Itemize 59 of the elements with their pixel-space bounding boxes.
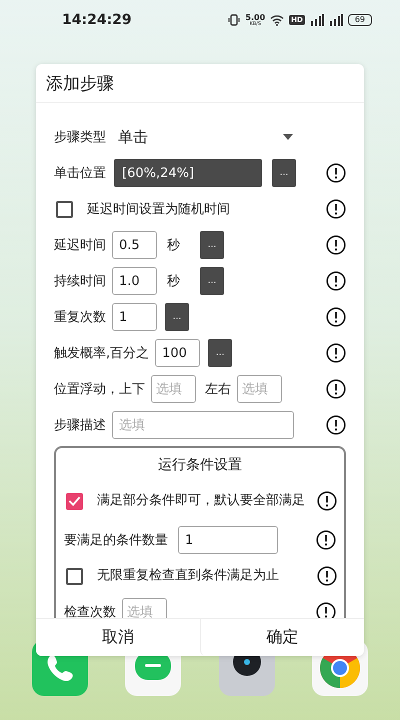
info-icon[interactable] <box>317 491 337 511</box>
field-label: 延迟时间 <box>54 237 106 254</box>
info-icon[interactable] <box>326 271 346 291</box>
position-field[interactable]: [60%,24%] <box>114 159 262 187</box>
more-button[interactable]: ... <box>272 159 296 187</box>
info-icon[interactable] <box>326 307 346 327</box>
description-field[interactable]: 选填 <box>112 411 294 439</box>
number-field[interactable]: 1 <box>178 526 278 554</box>
confirm-button[interactable]: 确定 <box>200 619 364 656</box>
field-label: 重复次数 <box>54 309 106 326</box>
input-field[interactable]: 选填 <box>151 375 196 403</box>
field-label: 步骤描述 <box>54 417 106 434</box>
caret-icon <box>283 134 293 140</box>
checkbox[interactable] <box>56 200 73 218</box>
vibrate-icon <box>228 14 240 26</box>
number-field[interactable]: 1.0 <box>112 267 157 295</box>
number-field[interactable]: 1 <box>112 303 157 331</box>
info-icon[interactable] <box>326 415 346 435</box>
info-icon[interactable] <box>326 379 346 399</box>
status-time: 14:24:29 <box>62 12 132 28</box>
signal-icon <box>310 14 324 26</box>
checkbox-label: 满足部分条件即可，默认要全部满足 <box>97 493 306 509</box>
more-button[interactable]: ... <box>200 231 224 259</box>
info-icon[interactable] <box>326 163 346 183</box>
info-icon[interactable] <box>317 566 337 586</box>
number-field[interactable]: 0.5 <box>112 231 157 259</box>
more-button[interactable]: ... <box>208 339 232 367</box>
checkbox[interactable] <box>66 492 83 510</box>
step-type-dropdown[interactable]: 单击 <box>112 128 293 146</box>
field-label: 步骤类型 <box>54 129 106 146</box>
info-icon[interactable] <box>326 343 346 363</box>
dialog-title: 添加步骤 <box>36 64 364 103</box>
checkbox-label: 无限重复检查直到条件满足为止 <box>97 568 280 584</box>
battery-level: 69 <box>348 14 372 26</box>
info-icon[interactable] <box>316 530 336 550</box>
info-icon[interactable] <box>316 602 336 618</box>
number-field[interactable]: 100 <box>155 339 200 367</box>
cancel-button[interactable]: 取消 <box>36 619 200 656</box>
field-label: 触发概率,百分之 <box>54 345 150 362</box>
signal-icon <box>328 14 343 26</box>
more-button[interactable]: ... <box>200 267 224 295</box>
info-icon[interactable] <box>326 199 346 219</box>
field-label: 持续时间 <box>54 273 106 290</box>
field-label: 左右 <box>205 381 231 398</box>
wifi-icon <box>270 14 284 26</box>
field-label: 检查次数 <box>64 604 116 618</box>
checkbox[interactable] <box>66 568 83 584</box>
input-field[interactable]: 选填 <box>237 375 282 403</box>
section-title: 运行条件设置 <box>157 456 243 474</box>
network-speed: 5.00 <box>245 14 266 22</box>
more-button[interactable]: ... <box>165 303 189 331</box>
unit-label: 秒 <box>167 237 180 254</box>
field-label: 单击位置 <box>54 165 106 182</box>
field-label: 要满足的条件数量 <box>64 532 168 549</box>
input-field[interactable]: 选填 <box>122 598 167 618</box>
info-icon[interactable] <box>326 235 346 255</box>
checkbox-label: 延迟时间设置为随机时间 <box>87 201 230 218</box>
field-label: 位置浮动，上下 <box>54 381 145 398</box>
unit-label: 秒 <box>167 273 180 290</box>
